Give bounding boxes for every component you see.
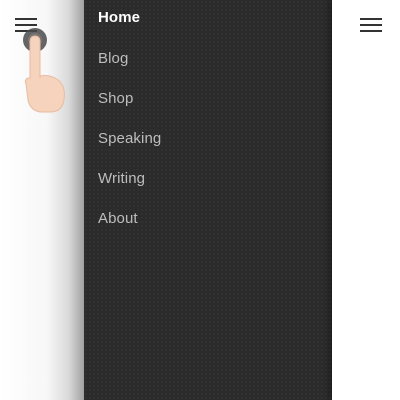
nav-item-blog[interactable]: Blog — [98, 50, 128, 67]
hamburger-menu-icon[interactable] — [360, 18, 382, 34]
content-page-right — [332, 0, 400, 400]
tap-hand-icon — [23, 28, 65, 113]
app-stage: Home Blog Shop Speaking Writing About — [0, 0, 400, 400]
nav-item-writing[interactable]: Writing — [98, 170, 145, 187]
nav-item-about[interactable]: About — [98, 210, 138, 227]
navigation-drawer: Home Blog Shop Speaking Writing About — [84, 0, 333, 400]
nav-item-home[interactable]: Home — [98, 9, 140, 26]
nav-item-speaking[interactable]: Speaking — [98, 130, 161, 147]
nav-item-shop[interactable]: Shop — [98, 90, 133, 107]
